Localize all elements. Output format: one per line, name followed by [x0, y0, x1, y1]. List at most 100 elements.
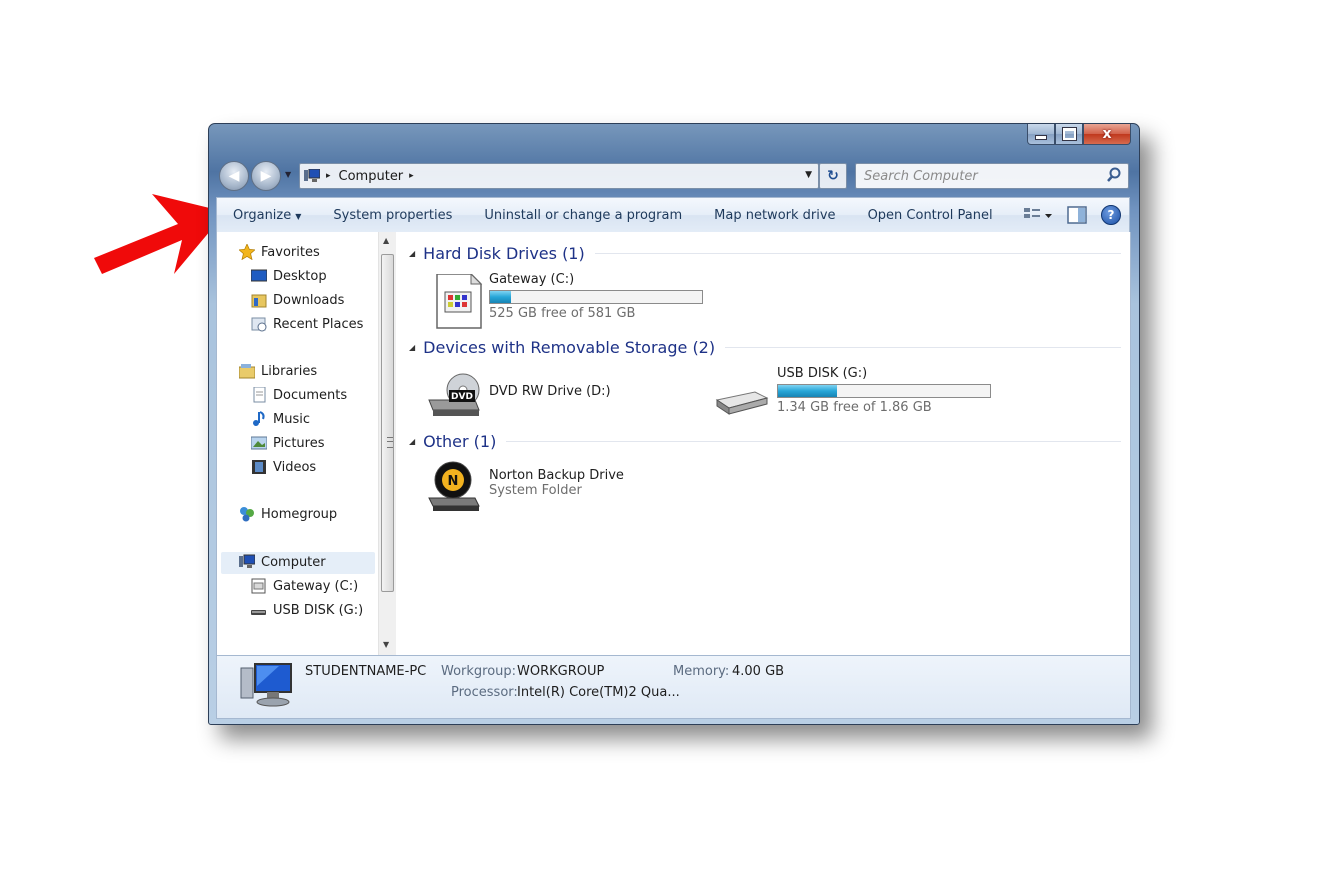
- breadcrumb-computer[interactable]: Computer: [339, 169, 404, 184]
- scroll-down-icon[interactable]: ▼: [383, 640, 389, 649]
- recent-pages-dropdown[interactable]: ▼: [285, 170, 291, 179]
- uninstall-program-button[interactable]: Uninstall or change a program: [468, 208, 698, 223]
- item-sub-norton: System Folder: [489, 483, 582, 498]
- sidebar-label-desktop: Desktop: [273, 268, 327, 284]
- maximize-button[interactable]: [1055, 124, 1083, 145]
- address-dropdown-icon[interactable]: ▼: [805, 170, 812, 180]
- sidebar-item-libraries[interactable]: Libraries: [239, 363, 317, 379]
- drive-name-gateway-c: Gateway (C:): [489, 272, 575, 287]
- computer-icon: [239, 554, 255, 568]
- search-box[interactable]: Search Computer: [855, 163, 1129, 189]
- scrollbar-thumb[interactable]: [381, 254, 394, 592]
- star-icon: [239, 244, 255, 260]
- drive-dvd-rw-d[interactable]: DVD RW Drive (D:): [489, 384, 611, 399]
- sidebar-item-downloads[interactable]: Downloads: [251, 292, 344, 308]
- svg-text:N: N: [448, 474, 459, 489]
- sidebar-label-usb-disk-g: USB DISK (G:): [273, 602, 364, 618]
- workgroup-value: WORKGROUP: [517, 664, 605, 679]
- drive-usb-disk-g[interactable]: USB DISK (G:) 1.34 GB free of 1.86 GB: [777, 366, 991, 415]
- breadcrumb-separator[interactable]: ▸: [326, 171, 331, 181]
- group-hard-disk-drives[interactable]: ◢ Hard Disk Drives (1): [409, 244, 1121, 263]
- address-bar[interactable]: ▸ Computer ▸ ▼: [299, 163, 819, 189]
- forward-arrow-icon: ▶: [260, 168, 272, 184]
- hard-drive-icon: [251, 578, 266, 594]
- collapse-triangle-icon[interactable]: ◢: [409, 437, 415, 446]
- capacity-bar-gateway-c: [489, 290, 703, 304]
- capacity-fill-gateway-c: [490, 291, 511, 303]
- documents-icon: [253, 387, 266, 403]
- free-space-gateway-c: 525 GB free of 581 GB: [489, 306, 636, 321]
- main-pane: ◢ Hard Disk Drives (1) Gateway (C:) 525 …: [397, 232, 1130, 655]
- workgroup-label: Workgroup:: [441, 664, 517, 679]
- search-input[interactable]: Search Computer: [864, 169, 978, 184]
- minimize-button[interactable]: [1027, 124, 1055, 145]
- refresh-button[interactable]: ↻: [819, 163, 847, 189]
- open-control-panel-button[interactable]: Open Control Panel: [852, 208, 1009, 223]
- group-divider: [506, 441, 1121, 442]
- pc-name: STUDENTNAME-PC: [305, 664, 427, 679]
- pictures-icon: [251, 436, 267, 450]
- help-icon[interactable]: ?: [1101, 205, 1121, 225]
- sidebar-label-computer: Computer: [261, 554, 326, 570]
- refresh-icon: ↻: [827, 168, 839, 184]
- group-removable-storage[interactable]: ◢ Devices with Removable Storage (2): [409, 338, 1121, 357]
- sidebar-item-favorites[interactable]: Favorites: [239, 244, 320, 260]
- sidebar-item-documents[interactable]: Documents: [251, 387, 347, 403]
- search-icon[interactable]: [1106, 167, 1122, 183]
- sidebar-item-videos[interactable]: Videos: [251, 459, 316, 475]
- drive-gateway-c[interactable]: Gateway (C:) 525 GB free of 581 GB: [489, 272, 703, 321]
- sidebar-label-recent-places: Recent Places: [273, 316, 364, 332]
- details-pane: STUDENTNAME-PC Workgroup: WORKGROUP Memo…: [216, 655, 1131, 719]
- sidebar-label-music: Music: [273, 411, 310, 427]
- memory-value: 4.00 GB: [732, 664, 785, 679]
- drive-dvd-icon-wrap[interactable]: DVD: [427, 368, 483, 424]
- sidebar-label-gateway-c: Gateway (C:): [273, 578, 359, 594]
- processor-value: Intel(R) Core(TM)2 Qua...: [517, 685, 680, 700]
- desktop-icon: [251, 269, 267, 282]
- sidebar-item-recent-places[interactable]: Recent Places: [251, 316, 363, 332]
- computer-large-icon: [240, 663, 292, 707]
- group-other[interactable]: ◢ Other (1): [409, 432, 1121, 451]
- processor-label: Processor:: [451, 685, 518, 700]
- sidebar-label-libraries: Libraries: [261, 363, 318, 379]
- collapse-triangle-icon[interactable]: ◢: [409, 343, 415, 352]
- back-arrow-icon: ◀: [228, 168, 240, 184]
- forward-button[interactable]: ▶: [251, 161, 281, 191]
- group-divider: [594, 253, 1121, 254]
- navigation-pane: Favorites Desktop Downloads Recent Place…: [217, 232, 377, 655]
- group-title-hdd: Hard Disk Drives (1): [423, 244, 585, 263]
- map-network-drive-button[interactable]: Map network drive: [698, 208, 851, 223]
- sidebar-item-desktop[interactable]: Desktop: [251, 268, 327, 284]
- memory-label: Memory:: [673, 664, 730, 679]
- close-button[interactable]: x: [1083, 124, 1131, 145]
- norton-icon-wrap[interactable]: N: [427, 460, 483, 518]
- change-view-icon[interactable]: [1023, 206, 1053, 224]
- drive-gateway-c-icon-wrap[interactable]: [435, 272, 483, 334]
- sidebar-item-computer[interactable]: Computer: [239, 554, 326, 570]
- item-norton-backup-drive[interactable]: Norton Backup Drive System Folder: [489, 468, 624, 498]
- recent-places-icon: [251, 317, 267, 332]
- navigation-scrollbar[interactable]: ▲ ▼: [378, 232, 396, 655]
- system-properties-button[interactable]: System properties: [317, 208, 468, 223]
- breadcrumb-separator-2[interactable]: ▸: [409, 171, 414, 181]
- scroll-up-icon[interactable]: ▲: [383, 236, 389, 245]
- drive-usb-icon-wrap[interactable]: [715, 384, 769, 422]
- capacity-bar-usb-disk-g: [777, 384, 991, 398]
- capacity-fill-usb-disk-g: [778, 385, 838, 397]
- maximize-icon: [1062, 128, 1076, 140]
- sidebar-label-pictures: Pictures: [273, 435, 325, 451]
- sidebar-item-usb-disk-g[interactable]: USB DISK (G:): [251, 602, 363, 618]
- close-icon: x: [1102, 126, 1112, 142]
- collapse-triangle-icon[interactable]: ◢: [409, 249, 415, 258]
- back-button[interactable]: ◀: [219, 161, 249, 191]
- sidebar-item-music[interactable]: Music: [251, 411, 310, 427]
- music-note-icon: [253, 411, 265, 426]
- window-controls: x: [1027, 124, 1131, 145]
- sidebar-item-pictures[interactable]: Pictures: [251, 435, 324, 451]
- content-area: Favorites Desktop Downloads Recent Place…: [216, 232, 1131, 655]
- scrollbar-grip-icon: [387, 437, 393, 448]
- organize-button[interactable]: Organize ▼: [217, 208, 317, 223]
- sidebar-item-gateway-c[interactable]: Gateway (C:): [251, 578, 358, 594]
- preview-pane-icon[interactable]: [1067, 206, 1087, 224]
- sidebar-item-homegroup[interactable]: Homegroup: [239, 506, 337, 522]
